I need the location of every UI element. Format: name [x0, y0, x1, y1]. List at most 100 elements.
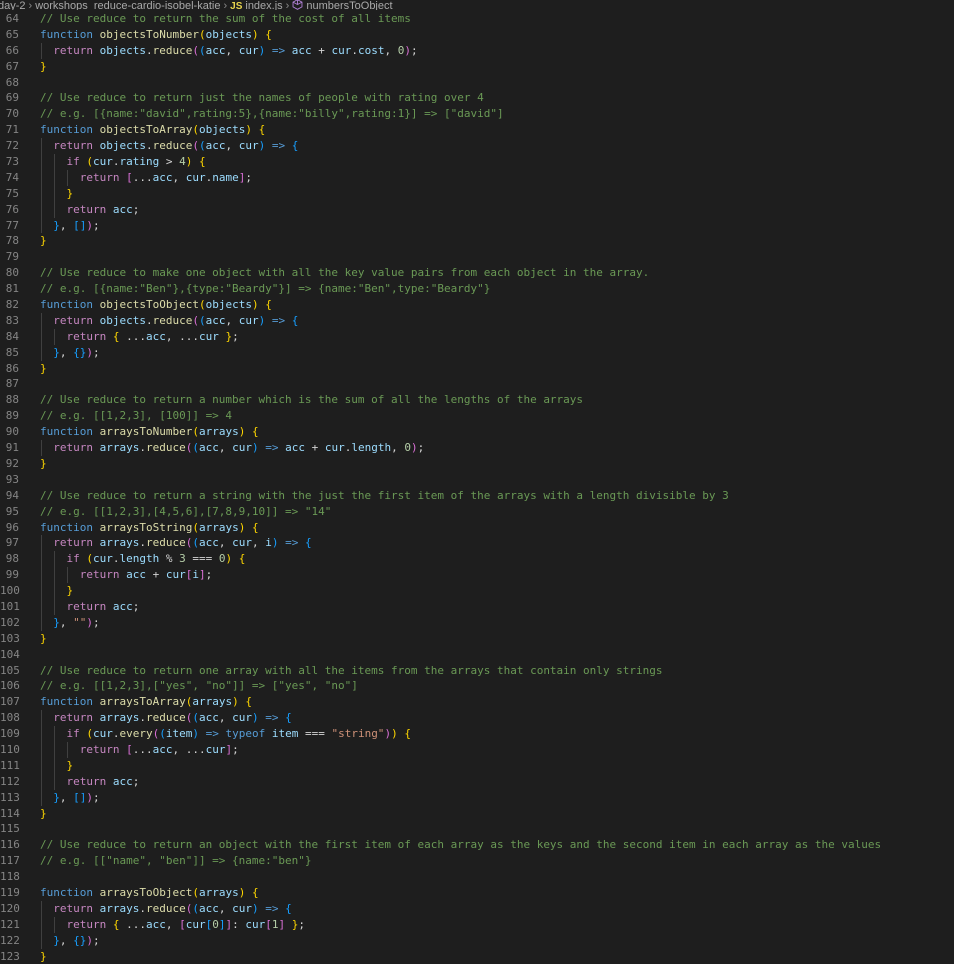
- code-line[interactable]: 115: [0, 821, 954, 837]
- code-line[interactable]: 81 // e.g. [{name:"Ben"},{type:"Beardy"}]…: [0, 281, 954, 297]
- code-line[interactable]: 65 function objectsToNumber(objects) {: [0, 27, 954, 43]
- code-token: return: [53, 313, 100, 327]
- code-line[interactable]: 123}: [0, 949, 954, 964]
- code-line[interactable]: 70 // e.g. [{name:"david",rating:5},{name…: [0, 106, 954, 122]
- code-line[interactable]: 97 return arrays.reduce((acc, cur, i) => …: [0, 535, 954, 552]
- code-line[interactable]: 84 return { ...acc, ...cur };: [0, 328, 954, 345]
- code-line[interactable]: 89 // e.g. [[1,2,3], [100]] => 4: [0, 408, 954, 424]
- code-token: arrays: [99, 441, 140, 455]
- code-line[interactable]: 101 return acc;: [0, 598, 954, 615]
- code-line[interactable]: 120 return arrays.reduce((acc, cur) => {: [0, 900, 954, 917]
- code-line[interactable]: 66 return objects.reduce((acc, cur) => ac…: [0, 42, 954, 59]
- code-line[interactable]: 105 // Use reduce to return one array wit…: [0, 663, 954, 679]
- breadcrumb-folder-day[interactable]: day-2: [0, 0, 26, 11]
- code-line[interactable]: 108 return arrays.reduce((acc, cur) => {: [0, 710, 954, 727]
- code-line[interactable]: 100}: [0, 583, 954, 599]
- code-token: acc: [205, 139, 226, 153]
- code-line[interactable]: 86}: [0, 361, 954, 377]
- code-line[interactable]: 72 return objects.reduce((acc, cur) => {: [0, 138, 954, 155]
- code-token: .: [139, 901, 146, 915]
- code-line[interactable]: 71 function objectsToArray(objects) {: [0, 122, 954, 138]
- code-token: ): [391, 727, 398, 741]
- line-number: 95: [5, 504, 19, 518]
- code-line[interactable]: 117 // e.g. [["name", "ben"]] => {name:"b…: [0, 853, 954, 869]
- code-token: (: [198, 313, 206, 327]
- code-line[interactable]: 73 if (cur.rating > 4) {: [0, 154, 954, 170]
- code-line[interactable]: 64 // Use reduce to return the sum of the…: [0, 11, 954, 27]
- code-line[interactable]: 98 if (cur.length % 3 === 0) {: [0, 551, 954, 568]
- line-number: 97: [5, 536, 19, 550]
- code-token: acc: [205, 43, 226, 57]
- code-line[interactable]: 94 // Use reduce to return a string with …: [0, 488, 954, 504]
- code-line[interactable]: 119 function arraysToObject(arrays) {: [0, 885, 954, 901]
- code-line[interactable]: 69 // Use reduce to return just the names…: [0, 90, 954, 106]
- code-token: >: [159, 155, 180, 169]
- breadcrumb-file[interactable]: index.js: [245, 0, 282, 11]
- indent-guide: [41, 138, 42, 155]
- indent-guide: [67, 741, 69, 758]
- code-token: ): [251, 901, 259, 915]
- code-line[interactable]: 91 return arrays.reduce((acc, cur) => acc…: [0, 440, 954, 456]
- code-line[interactable]: 78}: [0, 233, 954, 249]
- code-line[interactable]: 107 function arraysToArray(arrays) {: [0, 694, 954, 710]
- code-line[interactable]: 88 // Use reduce to return a number which…: [0, 392, 954, 408]
- code-line[interactable]: 112 return acc;: [0, 773, 954, 790]
- code-token: }: [40, 59, 47, 73]
- code-line[interactable]: 99 return acc + cur[i];: [0, 567, 954, 584]
- code-line[interactable]: 118: [0, 869, 954, 885]
- code-line[interactable]: 102}, "");: [0, 614, 954, 631]
- breadcrumb-folder-workshop[interactable]: workshops_reduce-cardio-isobel-katie: [35, 0, 220, 11]
- code-line[interactable]: 116 // Use reduce to return an object wit…: [0, 837, 954, 853]
- code-line[interactable]: 106 // e.g. [[1,2,3],["yes", "no"]] => ["…: [0, 678, 954, 694]
- code-line[interactable]: 85}, {});: [0, 344, 954, 361]
- code-line[interactable]: 80 // Use reduce to make one object with …: [0, 265, 954, 281]
- code-line[interactable]: 95 // e.g. [[1,2,3],[4,5,6],[7,8,9,10]] =…: [0, 504, 954, 520]
- code-token: return: [53, 711, 100, 725]
- code-line[interactable]: 77}, []);: [0, 217, 954, 234]
- code-line[interactable]: 103}: [0, 631, 954, 647]
- code-line[interactable]: 110 return [...acc, ...cur];: [0, 741, 954, 758]
- code-line[interactable]: 92}: [0, 456, 954, 472]
- code-line[interactable]: 114}: [0, 806, 954, 822]
- code-line[interactable]: 82 function objectsToObject(objects) {: [0, 297, 954, 313]
- code-line[interactable]: 90 function arraysToNumber(arrays) {: [0, 424, 954, 440]
- code-token: }: [53, 933, 60, 947]
- code-token: return: [66, 329, 113, 343]
- line-number: 121: [0, 917, 20, 931]
- code-token: return: [79, 170, 127, 184]
- code-line[interactable]: 79: [0, 249, 954, 265]
- code-line[interactable]: 75}: [0, 185, 954, 202]
- code-token: cur: [205, 742, 226, 756]
- code-line[interactable]: 83 return objects.reduce((acc, cur) => {: [0, 312, 954, 329]
- indent-guide: [41, 757, 42, 774]
- code-token: .: [351, 43, 358, 57]
- code-line[interactable]: 68: [0, 75, 954, 91]
- indent-guide: [41, 185, 42, 202]
- code-editor[interactable]: 64 // Use reduce to return the sum of the…: [0, 11, 954, 964]
- line-number: 72: [5, 139, 19, 153]
- code-line[interactable]: 121 return { ...acc, [cur[0]]: cur[1] };: [0, 916, 954, 933]
- code-token: }: [40, 631, 47, 645]
- line-number: 101: [0, 599, 20, 613]
- code-line[interactable]: 111}: [0, 757, 954, 774]
- code-line[interactable]: 74 return [...acc, cur.name];: [0, 169, 954, 186]
- code-line[interactable]: 76 return acc;: [0, 201, 954, 218]
- code-token: .: [139, 711, 146, 725]
- code-token: // Use reduce to return a string with th…: [40, 488, 729, 502]
- code-line[interactable]: 67}: [0, 59, 954, 75]
- code-line[interactable]: 87: [0, 376, 954, 392]
- code-token: ;: [92, 790, 100, 804]
- indent-guide: [54, 598, 56, 615]
- code-line[interactable]: 122}, {});: [0, 932, 954, 949]
- code-line[interactable]: 96 function arraysToString(arrays) {: [0, 520, 954, 536]
- code-line[interactable]: 93: [0, 472, 954, 488]
- breadcrumb-symbol[interactable]: numbersToObject: [306, 0, 392, 11]
- line-number: 85: [5, 345, 19, 359]
- code-line[interactable]: 104: [0, 647, 954, 663]
- code-line[interactable]: 109 if (cur.every((item) => typeof item =…: [0, 726, 954, 742]
- indent-guide: [41, 789, 42, 806]
- code-line[interactable]: 113}, []);: [0, 789, 954, 806]
- code-token: ,: [59, 345, 74, 359]
